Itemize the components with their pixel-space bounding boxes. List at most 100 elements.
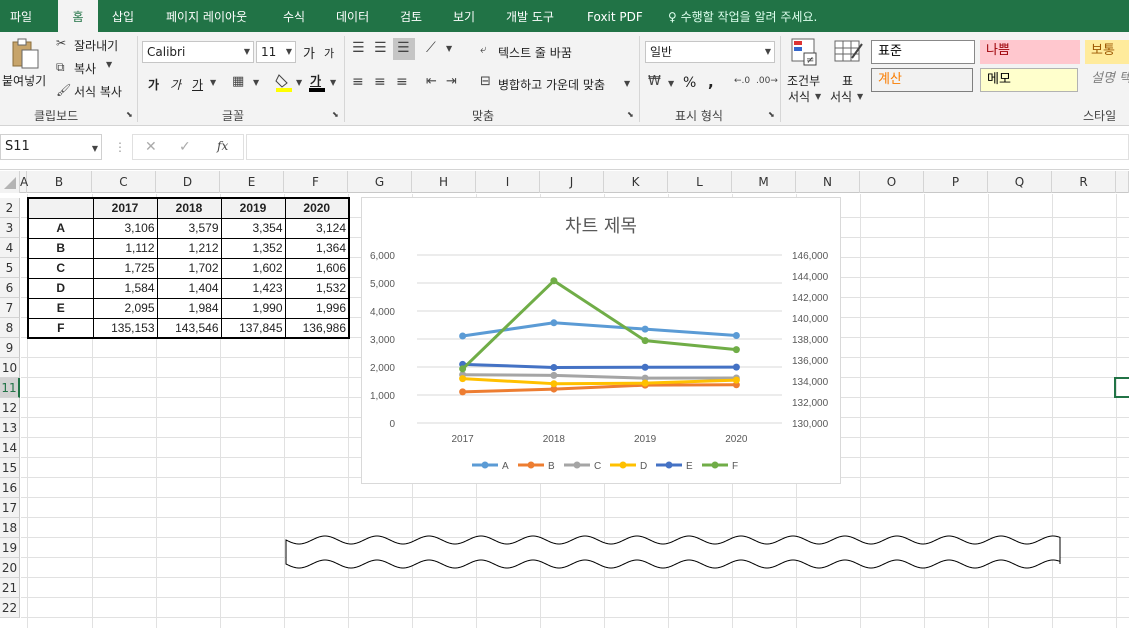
dialog-launcher-icon[interactable]: ⬊ xyxy=(332,110,339,119)
row-header[interactable]: 14 xyxy=(0,438,20,458)
align-bottom-button[interactable]: ☰ xyxy=(393,38,415,60)
font-color-dropdown-icon[interactable]: ▼ xyxy=(330,78,336,87)
paste-icon[interactable] xyxy=(10,38,40,70)
cancel-icon[interactable]: ✕ xyxy=(145,139,157,155)
table-cell[interactable]: 137,845 xyxy=(220,317,286,339)
chevron-down-icon[interactable]: ▼ xyxy=(857,92,863,101)
column-header[interactable]: N xyxy=(796,171,860,193)
align-middle-icon[interactable]: ☰ xyxy=(374,40,387,56)
column-header[interactable]: E xyxy=(220,171,284,193)
row-header[interactable]: 4 xyxy=(0,238,20,258)
cut-button[interactable]: 잘라내기 xyxy=(74,37,118,54)
comma-button[interactable]: , xyxy=(708,73,714,91)
paste-button[interactable]: 붙여넣기 xyxy=(2,72,46,89)
tab-foxit-pdf[interactable]: Foxit PDF xyxy=(587,0,643,32)
column-header[interactable]: P xyxy=(924,171,988,193)
row-header[interactable]: 10 xyxy=(0,358,20,378)
font-name-select[interactable]: Calibri ▼ xyxy=(142,41,254,63)
merge-dropdown-icon[interactable]: ▼ xyxy=(624,79,630,88)
table-row-label[interactable]: B xyxy=(27,237,94,259)
dialog-launcher-icon[interactable]: ⬊ xyxy=(768,110,775,119)
row-header[interactable]: 8 xyxy=(0,318,20,338)
currency-dropdown-icon[interactable]: ▼ xyxy=(668,79,674,88)
style-note[interactable]: 메모 xyxy=(980,68,1078,92)
align-right-icon[interactable]: ≡ xyxy=(396,74,408,90)
dialog-launcher-icon[interactable]: ⬊ xyxy=(627,110,634,119)
chevron-down-icon[interactable]: ▼ xyxy=(815,92,821,101)
tab-home[interactable]: 홈 xyxy=(58,0,98,34)
style-neutral[interactable]: 보통 xyxy=(1085,40,1129,64)
row-header[interactable]: 18 xyxy=(0,518,20,538)
table-cell[interactable]: 2,095 xyxy=(92,297,158,319)
row-header[interactable]: 17 xyxy=(0,498,20,518)
column-header[interactable]: K xyxy=(604,171,668,193)
number-format-select[interactable]: 일반 ▼ xyxy=(645,41,775,63)
column-header[interactable]: F xyxy=(284,171,348,193)
tab-view[interactable]: 보기 xyxy=(453,0,475,32)
table-cell[interactable]: 1,602 xyxy=(220,257,286,279)
tab-developer[interactable]: 개발 도구 xyxy=(506,0,554,32)
font-size-select[interactable]: 11 ▼ xyxy=(256,41,296,63)
tab-file[interactable]: 파일 xyxy=(10,0,32,32)
row-header[interactable]: 12 xyxy=(0,398,20,418)
table-cell[interactable]: 1,606 xyxy=(284,257,350,279)
column-header[interactable]: D xyxy=(156,171,220,193)
column-header[interactable] xyxy=(1116,171,1129,193)
select-all-corner[interactable] xyxy=(0,171,20,193)
shrink-font-button[interactable]: 가 xyxy=(324,45,334,61)
column-header[interactable]: J xyxy=(540,171,604,193)
row-header[interactable]: 13 xyxy=(0,418,20,438)
table-cell[interactable]: 1,702 xyxy=(156,257,222,279)
copy-button[interactable]: 복사 xyxy=(74,60,96,77)
row-header[interactable]: 16 xyxy=(0,478,20,498)
table-cell[interactable]: 1,996 xyxy=(284,297,350,319)
table-header-cell[interactable]: 2020 xyxy=(284,197,350,219)
enter-icon[interactable]: ✓ xyxy=(179,139,191,155)
column-header[interactable]: B xyxy=(27,171,92,193)
table-cell[interactable]: 135,153 xyxy=(92,317,158,339)
row-header[interactable]: 15 xyxy=(0,458,20,478)
font-color-button[interactable]: 가 xyxy=(308,72,328,92)
table-cell[interactable]: 1,404 xyxy=(156,277,222,299)
row-header[interactable]: 11 xyxy=(0,378,20,398)
tell-me-box[interactable]: ♀ 수행할 작업을 알려 주세요. xyxy=(668,0,817,32)
table-cell[interactable]: 3,124 xyxy=(284,217,350,239)
row-header[interactable]: 19 xyxy=(0,538,20,558)
table-cell[interactable]: 3,106 xyxy=(92,217,158,239)
table-cell[interactable]: 1,364 xyxy=(284,237,350,259)
table-row-label[interactable]: C xyxy=(27,257,94,279)
table-cell[interactable]: 3,354 xyxy=(220,217,286,239)
style-explanatory[interactable]: 설명 텍 xyxy=(1085,68,1129,92)
column-header[interactable]: C xyxy=(92,171,156,193)
grow-font-button[interactable]: 가 xyxy=(303,43,315,62)
decrease-indent-icon[interactable]: ⇤ xyxy=(426,74,437,89)
table-cell[interactable]: 3,579 xyxy=(156,217,222,239)
row-header[interactable]: 7 xyxy=(0,298,20,318)
row-header[interactable]: 21 xyxy=(0,578,20,598)
insert-function-icon[interactable]: fx xyxy=(217,139,228,153)
selected-cell[interactable] xyxy=(1114,377,1129,398)
align-top-icon[interactable]: ☰ xyxy=(352,40,365,56)
merge-center-button[interactable]: 병합하고 가운데 맞춤 xyxy=(498,76,605,93)
row-header[interactable]: 20 xyxy=(0,558,20,578)
tab-insert[interactable]: 삽입 xyxy=(112,0,134,32)
align-left-icon[interactable]: ≡ xyxy=(352,74,364,90)
tab-review[interactable]: 검토 xyxy=(400,0,422,32)
row-header[interactable]: 2 xyxy=(0,198,20,218)
increase-decimal-icon[interactable]: ←.0 xyxy=(734,76,750,86)
column-header[interactable]: H xyxy=(412,171,476,193)
fill-color-icon[interactable] xyxy=(274,72,294,92)
format-painter-button[interactable]: 서식 복사 xyxy=(74,83,122,100)
table-cell[interactable]: 1,423 xyxy=(220,277,286,299)
italic-button[interactable]: 가 xyxy=(170,76,181,93)
table-cell[interactable] xyxy=(27,197,94,219)
table-row-label[interactable]: D xyxy=(27,277,94,299)
table-cell[interactable]: 1,990 xyxy=(220,297,286,319)
border-icon[interactable]: ▦ xyxy=(232,74,244,89)
line-chart[interactable]: 차트 제목 0 1,000 2,000 3,000 4,000 5,000 6,000 130,… xyxy=(361,197,841,484)
increase-indent-icon[interactable]: ⇥ xyxy=(446,74,457,89)
decrease-decimal-icon[interactable]: .00→ xyxy=(756,76,778,86)
formula-input[interactable] xyxy=(246,134,1129,160)
tab-formulas[interactable]: 수식 xyxy=(283,0,305,32)
table-header-cell[interactable]: 2019 xyxy=(220,197,286,219)
